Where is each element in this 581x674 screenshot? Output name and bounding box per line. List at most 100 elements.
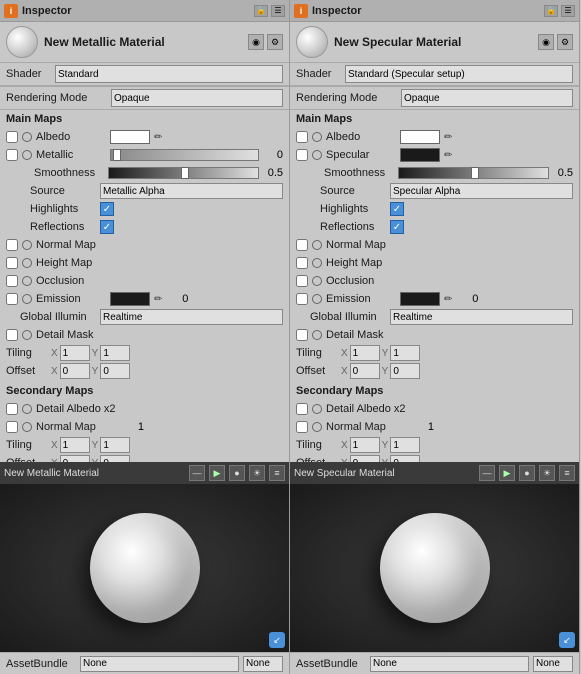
- sec-offset-y-metallic[interactable]: [100, 455, 130, 462]
- detail-albedo-row-metallic: Detail Albedo x2: [0, 400, 289, 418]
- shader-label-metallic: Shader: [6, 68, 51, 80]
- emission-eyedropper-metallic[interactable]: ✏: [154, 294, 162, 305]
- specular-swatch[interactable]: [400, 148, 440, 162]
- tiling-y-metallic[interactable]: [100, 345, 130, 361]
- emission-swatch-specular[interactable]: [400, 292, 440, 306]
- sec-offset-x-specular[interactable]: [350, 455, 380, 462]
- smoothness-thumb-specular: [471, 167, 479, 179]
- emission-checkbox-metallic[interactable]: [6, 293, 18, 305]
- sec-offset-x-metallic[interactable]: [60, 455, 90, 462]
- preview-sun-specular[interactable]: ☀: [539, 465, 555, 481]
- occlusion-checkbox-metallic[interactable]: [6, 275, 18, 287]
- offset-y-metallic[interactable]: [100, 363, 130, 379]
- rendering-mode-select-metallic[interactable]: Opaque: [111, 89, 283, 107]
- assetbundle-select2-specular[interactable]: None: [533, 656, 573, 672]
- preview-play-specular[interactable]: ▶: [499, 465, 515, 481]
- detail-mask-checkbox-metallic[interactable]: [6, 329, 18, 341]
- global-illum-select-metallic[interactable]: Realtime: [100, 309, 283, 325]
- normal-map-row-specular: Normal Map: [290, 236, 579, 254]
- title-bar-controls-specular: 🔒 ☰: [544, 5, 575, 17]
- albedo-eyedropper-specular[interactable]: ✏: [444, 132, 452, 143]
- menu-icon-specular[interactable]: ☰: [561, 5, 575, 17]
- source-select-specular[interactable]: Specular Alpha: [390, 183, 573, 199]
- sec-tiling-y-metallic[interactable]: [100, 437, 130, 453]
- smoothness-track-metallic[interactable]: [108, 167, 259, 179]
- settings-icon-metallic[interactable]: ⚙: [267, 34, 283, 50]
- sec-tiling-y-specular[interactable]: [390, 437, 420, 453]
- preview-dot-metallic[interactable]: ●: [229, 465, 245, 481]
- sec-normal-checkbox-specular[interactable]: [296, 421, 308, 433]
- asset-select-icon-specular[interactable]: ◉: [538, 34, 554, 50]
- source-label-specular: Source: [296, 185, 386, 197]
- albedo-swatch-metallic[interactable]: [110, 130, 150, 144]
- lock-icon-specular[interactable]: 🔒: [544, 5, 558, 17]
- detail-mask-circle-icon-specular: [312, 330, 322, 340]
- menu-icon-metallic[interactable]: ☰: [271, 5, 285, 17]
- shader-select-specular[interactable]: Standard (Specular setup): [345, 65, 573, 83]
- occlusion-circle-icon-specular: [312, 276, 322, 286]
- preview-sphere-specular: [380, 513, 490, 623]
- height-map-checkbox-metallic[interactable]: [6, 257, 18, 269]
- emission-value-metallic: 0: [166, 293, 188, 305]
- preview-sun-metallic[interactable]: ☀: [249, 465, 265, 481]
- emission-checkbox-specular[interactable]: [296, 293, 308, 305]
- sec-offset-y-specular[interactable]: [390, 455, 420, 462]
- emission-circle-icon-specular: [312, 294, 322, 304]
- highlights-checkbox-specular[interactable]: ✓: [390, 202, 404, 216]
- source-select-metallic[interactable]: Metallic Alpha: [100, 183, 283, 199]
- assetbundle-select-metallic[interactable]: None: [80, 656, 239, 672]
- preview-corner-icon-metallic[interactable]: ↙: [269, 632, 285, 648]
- occlusion-label-specular: Occlusion: [326, 275, 396, 287]
- specular-eyedropper[interactable]: ✏: [444, 150, 452, 161]
- assetbundle-select2-metallic[interactable]: None: [243, 656, 283, 672]
- preview-corner-icon-specular[interactable]: ↙: [559, 632, 575, 648]
- preview-lines-specular[interactable]: ≡: [559, 465, 575, 481]
- detail-albedo-circle-icon: [22, 404, 32, 414]
- preview-play-metallic[interactable]: ▶: [209, 465, 225, 481]
- emission-eyedropper-specular[interactable]: ✏: [444, 294, 452, 305]
- preview-lines-metallic[interactable]: ≡: [269, 465, 285, 481]
- asset-select-icon[interactable]: ◉: [248, 34, 264, 50]
- preview-dot-specular[interactable]: ●: [519, 465, 535, 481]
- rendering-mode-select-specular[interactable]: Opaque: [401, 89, 573, 107]
- normal-map-checkbox-metallic[interactable]: [6, 239, 18, 251]
- detail-albedo-circle-icon-specular: [312, 404, 322, 414]
- specular-checkbox[interactable]: [296, 149, 308, 161]
- settings-icon-specular[interactable]: ⚙: [557, 34, 573, 50]
- preview-separator-specular: —: [479, 465, 495, 481]
- normal-map-checkbox-specular[interactable]: [296, 239, 308, 251]
- offset-x-metallic[interactable]: [60, 363, 90, 379]
- tiling-x-metallic[interactable]: [60, 345, 90, 361]
- global-illum-label-metallic: Global Illumin: [6, 311, 96, 323]
- smoothness-track-specular[interactable]: [398, 167, 549, 179]
- metallic-slider[interactable]: [110, 149, 259, 161]
- reflections-checkbox-specular[interactable]: ✓: [390, 220, 404, 234]
- metallic-checkbox[interactable]: [6, 149, 18, 161]
- detail-mask-checkbox-specular[interactable]: [296, 329, 308, 341]
- global-illum-select-specular[interactable]: Realtime: [390, 309, 573, 325]
- tiling-x-specular[interactable]: [350, 345, 380, 361]
- assetbundle-select-specular[interactable]: None: [370, 656, 529, 672]
- reflections-checkbox-metallic[interactable]: ✓: [100, 220, 114, 234]
- shader-select-metallic[interactable]: Standard: [55, 65, 283, 83]
- specular-panel: i Inspector 🔒 ☰ New Specular Material ◉ …: [290, 0, 580, 674]
- albedo-swatch-specular[interactable]: [400, 130, 440, 144]
- albedo-checkbox-specular[interactable]: [296, 131, 308, 143]
- offset-y-specular[interactable]: [390, 363, 420, 379]
- occlusion-checkbox-specular[interactable]: [296, 275, 308, 287]
- sec-tiling-x-metallic[interactable]: [60, 437, 90, 453]
- tiling-y-specular[interactable]: [390, 345, 420, 361]
- sec-tiling-x-specular[interactable]: [350, 437, 380, 453]
- albedo-eyedropper-metallic[interactable]: ✏: [154, 132, 162, 143]
- detail-albedo-checkbox-specular[interactable]: [296, 403, 308, 415]
- offset-x-specular[interactable]: [350, 363, 380, 379]
- height-map-checkbox-specular[interactable]: [296, 257, 308, 269]
- detail-albedo-checkbox-metallic[interactable]: [6, 403, 18, 415]
- albedo-checkbox-metallic[interactable]: [6, 131, 18, 143]
- lock-icon[interactable]: 🔒: [254, 5, 268, 17]
- sec-normal-checkbox-metallic[interactable]: [6, 421, 18, 433]
- emission-swatch-metallic[interactable]: [110, 292, 150, 306]
- offset-values-metallic: X Y: [51, 363, 283, 379]
- assetbundle-row-metallic: AssetBundle None None: [0, 652, 289, 674]
- highlights-checkbox-metallic[interactable]: ✓: [100, 202, 114, 216]
